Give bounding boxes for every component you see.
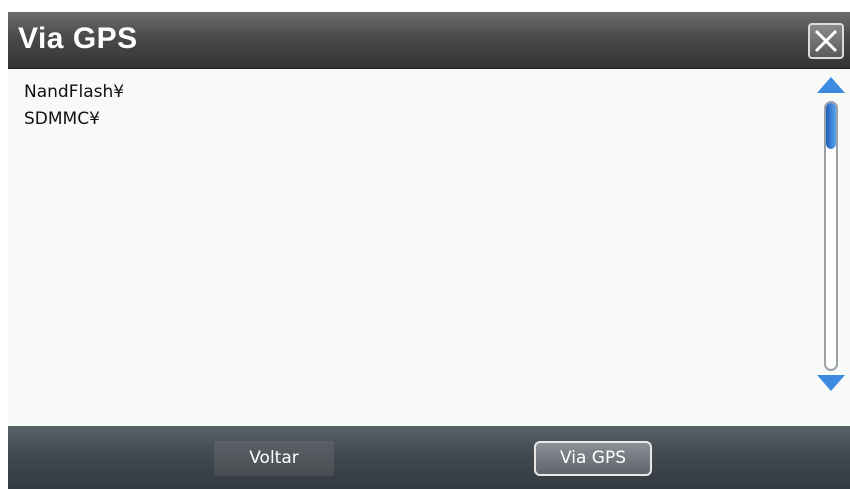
- file-item-nandflash[interactable]: NandFlash¥: [24, 79, 124, 106]
- button-bar: Voltar Via GPS: [8, 426, 850, 489]
- back-button[interactable]: Voltar: [214, 441, 334, 476]
- close-icon: [814, 29, 838, 53]
- via-gps-button[interactable]: Via GPS: [534, 441, 652, 476]
- file-list: NandFlash¥ SDMMC¥: [24, 79, 124, 133]
- file-browser-area: NandFlash¥ SDMMC¥: [8, 69, 850, 426]
- vertical-scrollbar[interactable]: [816, 77, 846, 391]
- dialog-title: Via GPS: [18, 22, 138, 55]
- title-bar: Via GPS: [8, 12, 850, 69]
- scroll-thumb[interactable]: [826, 103, 836, 149]
- close-button[interactable]: [808, 23, 844, 59]
- file-item-sdmmc[interactable]: SDMMC¥: [24, 106, 124, 133]
- scroll-up-arrow-icon[interactable]: [817, 77, 845, 93]
- scroll-down-arrow-icon[interactable]: [817, 375, 845, 391]
- scroll-track[interactable]: [824, 101, 838, 371]
- via-gps-dialog: Via GPS NandFlash¥ SDMMC¥ Voltar Via GPS: [0, 0, 850, 489]
